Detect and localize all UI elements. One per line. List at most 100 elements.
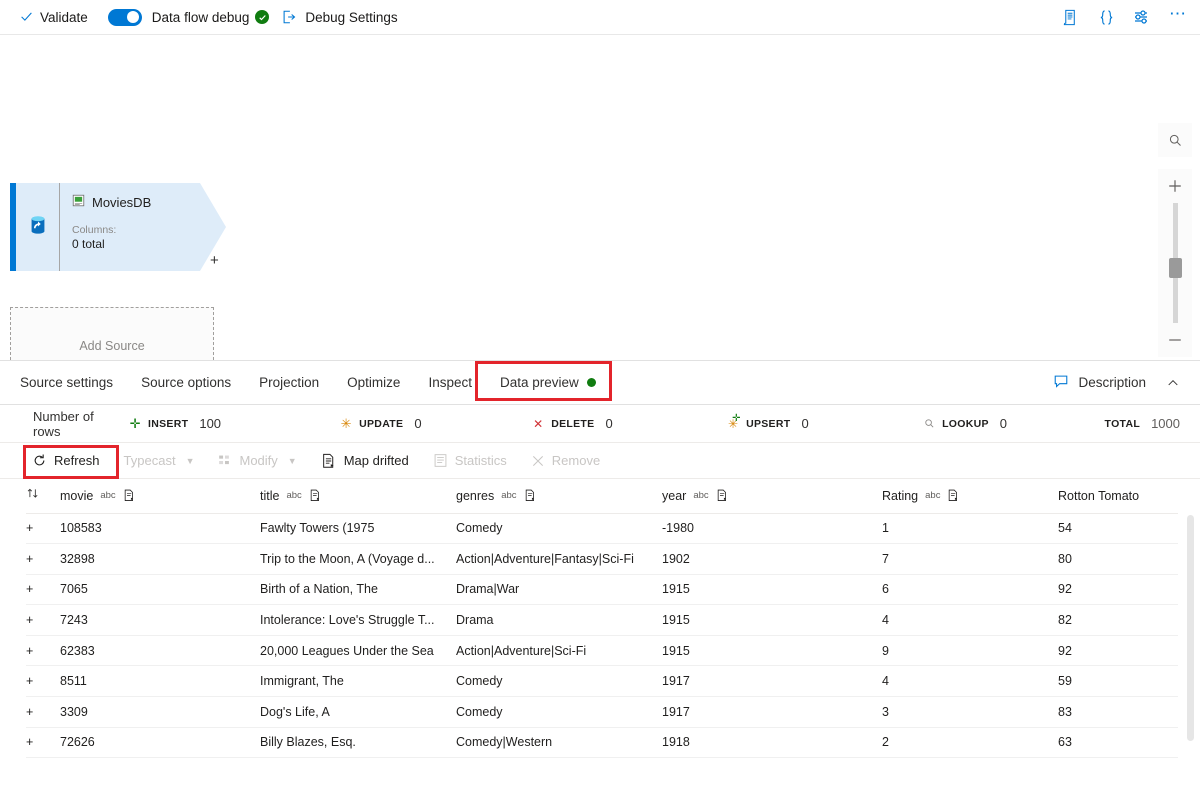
column-type-badge: abc (925, 490, 941, 502)
stat-value: 1000 (1151, 416, 1180, 431)
command-bar: Validate Data flow debug Debug Settings (0, 0, 1200, 35)
cell-year: 1915 (662, 635, 882, 667)
zoom-slider-thumb[interactable] (1169, 258, 1182, 278)
node-body: MoviesDB Columns: 0 total (60, 183, 226, 271)
preview-action-toolbar: Refresh Typecast ▼ Modify ▼ Map drifted … (0, 443, 1200, 479)
sort-icon[interactable] (26, 487, 40, 501)
row-insert-flag: + (26, 665, 60, 698)
zoom-slider[interactable] (1158, 203, 1192, 323)
column-drift-icon[interactable] (947, 489, 960, 502)
asterisk-plus-icon: ✳ ✛ (728, 412, 741, 431)
table-row[interactable]: + 32898 Trip to the Moon, A (Voyage d...… (26, 543, 1178, 575)
tab-source-settings[interactable]: Source settings (20, 361, 127, 404)
chevron-up-icon[interactable] (1164, 376, 1182, 390)
map-drifted-button[interactable]: Map drifted (309, 446, 421, 476)
data-flow-debug-toggle[interactable] (107, 8, 142, 26)
source-node-moviesdb[interactable]: MoviesDB Columns: 0 total (10, 183, 226, 271)
node-columns-value: 0 total (72, 237, 105, 251)
remove-button[interactable]: Remove (519, 446, 612, 476)
row-insert-flag: + (26, 574, 60, 606)
tab-label: Optimize (347, 375, 401, 390)
table-row[interactable]: + 108583 Fawlty Towers (1975 Comedy -198… (26, 513, 1178, 545)
column-header-title[interactable]: title abc (260, 479, 456, 514)
sort-column-header[interactable] (26, 479, 60, 514)
more-options-icon[interactable]: ⋯ (1168, 4, 1188, 27)
stat-label: INSERT (148, 417, 189, 430)
row-insert-flag: + (26, 604, 60, 636)
cross-icon: ✕ (533, 416, 544, 431)
row-insert-flag: + (26, 727, 60, 759)
cell-rotton-tomato: 83 (1058, 696, 1178, 728)
cell-genres: Comedy (456, 665, 662, 698)
asterisk-icon: ✳ (340, 415, 352, 431)
column-header-rating[interactable]: Rating abc (882, 479, 1058, 514)
settings-sliders-icon[interactable] (1132, 7, 1152, 27)
column-name: Rotton Tomato (1058, 488, 1140, 503)
column-header-year[interactable]: year abc (662, 479, 882, 514)
row-insert-flag: + (26, 696, 60, 728)
table-row[interactable]: + 3309 Dog's Life, A Comedy 1917 3 83 (26, 696, 1178, 728)
debug-settings-icon[interactable] (281, 9, 297, 25)
tab-data-preview[interactable]: Data preview (486, 361, 610, 404)
modify-button[interactable]: Modify ▼ (206, 446, 308, 476)
tab-optimize[interactable]: Optimize (333, 361, 414, 404)
data-flow-canvas[interactable]: MoviesDB Columns: 0 total + Add Source (0, 35, 1200, 361)
description-button[interactable]: Description (1053, 373, 1146, 392)
checkmark-icon (20, 10, 33, 25)
tab-source-options[interactable]: Source options (127, 361, 245, 404)
typecast-button[interactable]: Typecast ▼ (112, 446, 207, 476)
tab-inspect[interactable]: Inspect (414, 361, 486, 404)
data-flow-designer: Validate Data flow debug Debug Settings (0, 0, 1200, 787)
column-drift-icon[interactable] (524, 489, 537, 502)
cell-rating: 6 (882, 574, 1058, 606)
cell-movie: 8511 (60, 665, 260, 698)
cell-title: Immigrant, The (260, 665, 456, 698)
cell-rating: 9 (882, 635, 1058, 667)
node-add-connection-button[interactable]: + (210, 253, 219, 268)
table-row[interactable]: + 72626 Billy Blazes, Esq. Comedy|Wester… (26, 727, 1178, 759)
debug-settings-button[interactable]: Debug Settings (297, 3, 407, 31)
comment-icon (1053, 373, 1069, 392)
zoom-search-icon[interactable] (1158, 123, 1192, 157)
modify-label: Modify (239, 453, 278, 468)
cell-year: 1917 (662, 696, 882, 728)
plus-icon: ✛ (129, 415, 141, 431)
column-drift-icon[interactable] (716, 489, 729, 502)
tab-label: Source settings (20, 375, 114, 390)
data-preview-table: movie abc title abc genres abc year abc … (26, 479, 1178, 759)
stat-label: DELETE (551, 417, 595, 430)
column-header-rotton-tomato[interactable]: Rotton Tomato (1058, 479, 1178, 514)
table-row[interactable]: + 7065 Birth of a Nation, The Drama|War … (26, 574, 1178, 606)
column-name: movie (60, 488, 94, 503)
refresh-icon (32, 453, 47, 468)
magnifier-icon (923, 418, 935, 429)
code-braces-icon[interactable] (1096, 7, 1116, 27)
debug-settings-label: Debug Settings (305, 9, 398, 25)
column-header-movie[interactable]: movie abc (60, 479, 260, 514)
cell-year: 1915 (662, 604, 882, 636)
column-drift-icon[interactable] (123, 489, 136, 502)
node-name-label: MoviesDB (92, 194, 152, 210)
table-row[interactable]: + 8511 Immigrant, The Comedy 1917 4 59 (26, 665, 1178, 698)
column-drift-icon[interactable] (309, 489, 322, 502)
statistics-button[interactable]: Statistics (421, 446, 519, 476)
column-header-genres[interactable]: genres abc (456, 479, 662, 514)
refresh-button[interactable]: Refresh (26, 446, 112, 476)
table-row[interactable]: + 62383 20,000 Leagues Under the Sea Act… (26, 635, 1178, 667)
zoom-in-icon[interactable] (1158, 169, 1192, 203)
validate-button[interactable]: Validate (18, 3, 98, 31)
column-type-badge: abc (286, 490, 302, 502)
script-icon[interactable] (1060, 7, 1080, 27)
cell-year: 1915 (662, 574, 882, 606)
add-source-placeholder[interactable]: Add Source (10, 307, 214, 360)
cell-rating: 7 (882, 543, 1058, 575)
data-preview-table-container[interactable]: movie abc title abc genres abc year abc … (0, 479, 1200, 787)
data-flow-debug-label: Data flow debug (151, 9, 250, 25)
table-row[interactable]: + 7243 Intolerance: Love's Struggle T...… (26, 604, 1178, 636)
stat-label: LOOKUP (942, 417, 989, 430)
table-vertical-scrollbar[interactable] (1187, 515, 1194, 741)
column-name: Rating (882, 488, 919, 503)
tab-projection[interactable]: Projection (245, 361, 333, 404)
cell-genres: Action|Adventure|Sci-Fi (456, 635, 662, 667)
zoom-out-icon[interactable] (1158, 323, 1192, 357)
